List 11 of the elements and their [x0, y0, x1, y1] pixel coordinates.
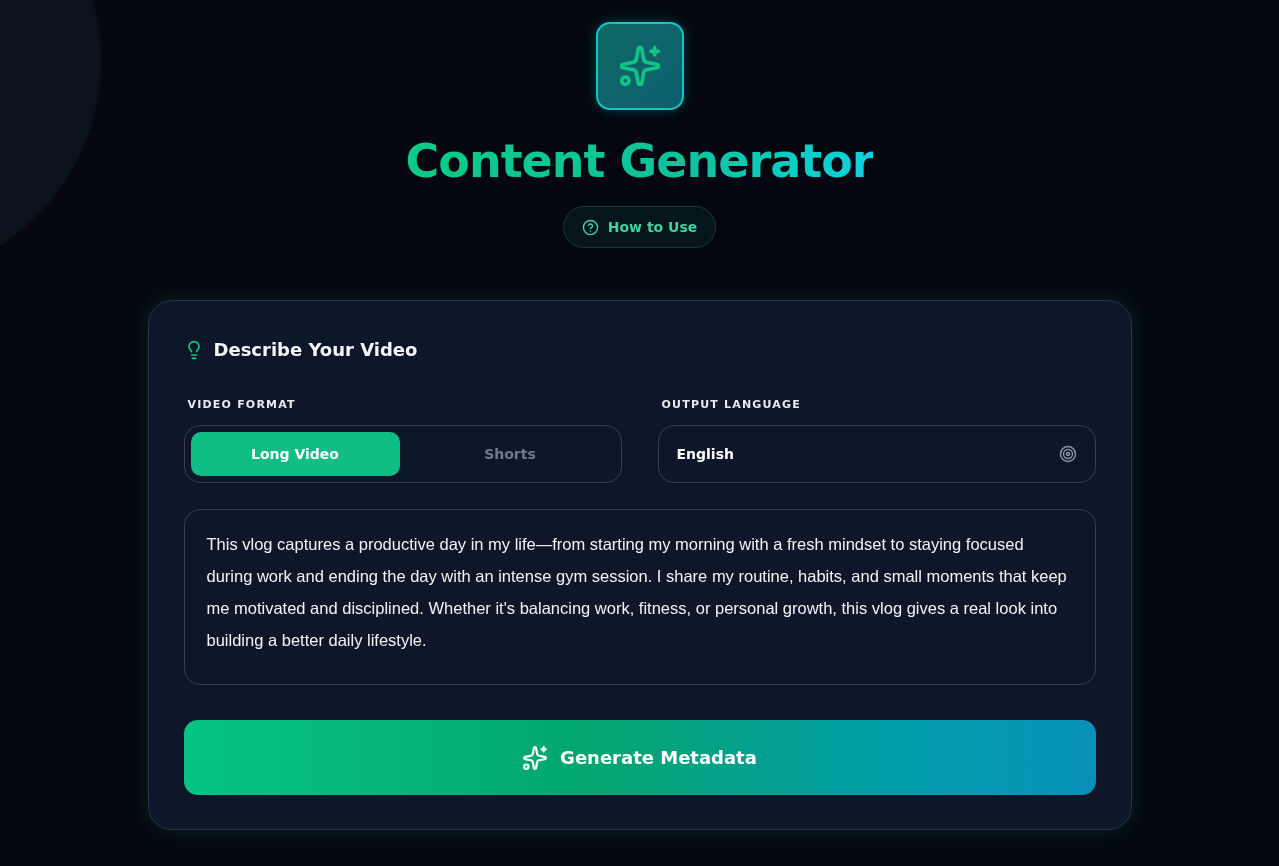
description-field[interactable]: This vlog captures a productive day in my life—from starting my morning with a fresh mindset to staying focused during work and ending the day with an intense gym session. I share my routine, habits, and small moments that keep me motivated and disciplined. Whether it's balancing work, fitness, or personal growth, this vlog gives a real look into building a better daily lifestyle. — [183, 509, 1096, 685]
format-option[interactable]: Shorts — [405, 432, 615, 476]
help-icon — [581, 218, 599, 236]
field-label: VIDEO FORMAT — [186, 398, 297, 411]
language-select[interactable]: English — [657, 425, 1096, 483]
sparkles-icon — [522, 744, 549, 771]
how-to-use-button[interactable]: How to Use — [562, 206, 717, 248]
sparkles-icon — [617, 44, 662, 88]
field-label: OUTPUT LANGUAGE — [660, 398, 803, 411]
target-icon — [1058, 445, 1077, 463]
card-heading: Describe Your Video — [213, 339, 418, 360]
